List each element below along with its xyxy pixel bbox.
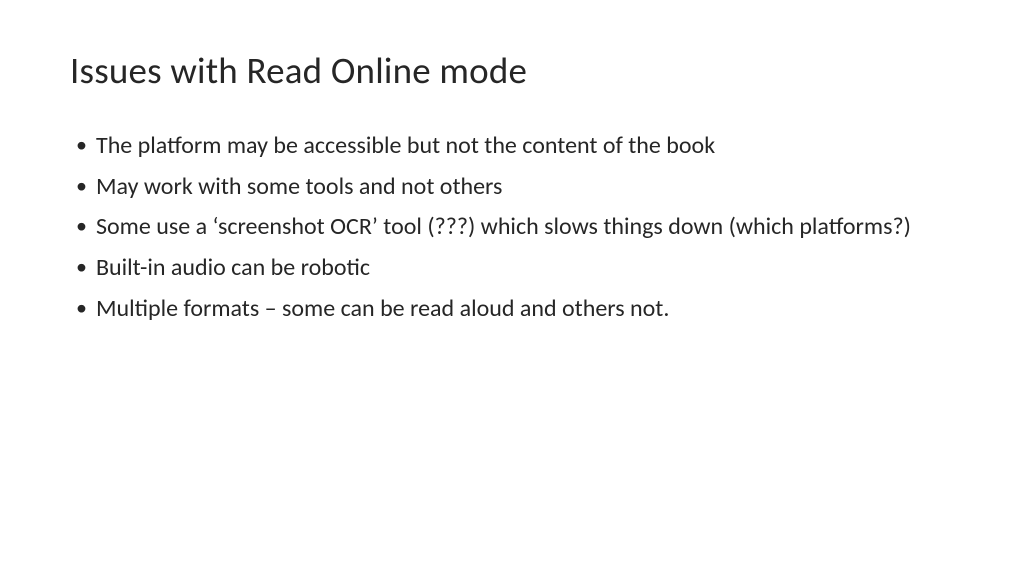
bullet-list: The platform may be accessible but not t… — [70, 131, 954, 325]
list-item: Some use a ‘screenshot OCR’ tool (???) w… — [74, 212, 954, 243]
list-item: Multiple formats – some can be read alou… — [74, 294, 954, 325]
list-item: Built-in audio can be robotic — [74, 253, 954, 284]
slide-title: Issues with Read Online mode — [70, 48, 954, 93]
list-item: The platform may be accessible but not t… — [74, 131, 954, 162]
list-item: May work with some tools and not others — [74, 172, 954, 203]
